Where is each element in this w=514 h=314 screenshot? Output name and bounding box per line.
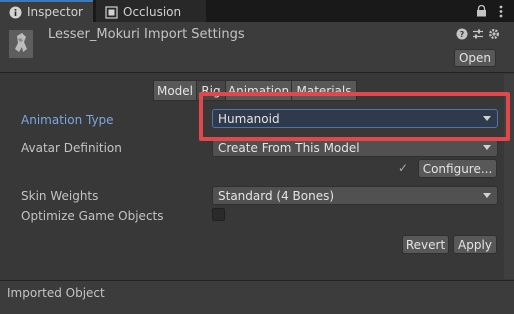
scrollbar-track[interactable] <box>504 74 514 279</box>
svg-text:?: ? <box>460 30 465 39</box>
animation-type-value: Humanoid <box>218 111 280 126</box>
dropdown-arrow-icon <box>483 145 491 150</box>
preset-sliders-icon[interactable] <box>471 27 485 41</box>
imported-object-label: Imported Object <box>7 286 105 300</box>
tab-animation[interactable]: Animation <box>225 80 292 101</box>
info-icon <box>8 5 22 19</box>
optimize-game-objects-label: Optimize Game Objects <box>21 209 164 223</box>
model-asset-icon <box>7 27 39 61</box>
help-icon[interactable]: ? <box>455 27 469 41</box>
tab-occlusion-label: Occlusion <box>123 5 182 19</box>
open-button[interactable]: Open <box>454 49 496 67</box>
tab-occlusion[interactable]: Occlusion <box>96 0 206 22</box>
avatar-definition-dropdown[interactable]: Create From This Model <box>212 138 498 157</box>
menu-dots-icon[interactable] <box>494 4 508 18</box>
tab-inspector-label: Inspector <box>27 5 83 19</box>
tab-inspector[interactable]: Inspector <box>0 0 93 22</box>
tab-model[interactable]: Model <box>153 80 197 101</box>
import-settings-toolbar: Model Rig Animation Materials <box>153 80 357 101</box>
configure-button[interactable]: Configure... <box>418 159 497 178</box>
occlusion-icon <box>104 5 118 19</box>
asset-title: Lesser_Mokuri Import Settings <box>48 27 245 42</box>
tab-rig[interactable]: Rig <box>196 80 226 101</box>
gear-icon[interactable] <box>487 27 501 41</box>
skin-weights-label: Skin Weights <box>21 189 99 203</box>
dropdown-arrow-icon <box>483 116 491 121</box>
animation-type-dropdown[interactable]: Humanoid <box>212 109 498 128</box>
avatar-definition-value: Create From This Model <box>218 140 360 155</box>
avatar-definition-label: Avatar Definition <box>21 141 122 155</box>
lock-icon[interactable] <box>474 4 488 18</box>
revert-button[interactable]: Revert <box>402 235 449 254</box>
skin-weights-dropdown[interactable]: Standard (4 Bones) <box>212 186 498 205</box>
skin-weights-value: Standard (4 Bones) <box>218 188 335 203</box>
check-icon: ✓ <box>398 161 409 175</box>
animation-type-label: Animation Type <box>21 113 114 127</box>
tab-materials[interactable]: Materials <box>291 80 357 101</box>
apply-button[interactable]: Apply <box>453 235 497 254</box>
optimize-game-objects-checkbox[interactable] <box>212 208 225 221</box>
dropdown-arrow-icon <box>483 193 491 198</box>
